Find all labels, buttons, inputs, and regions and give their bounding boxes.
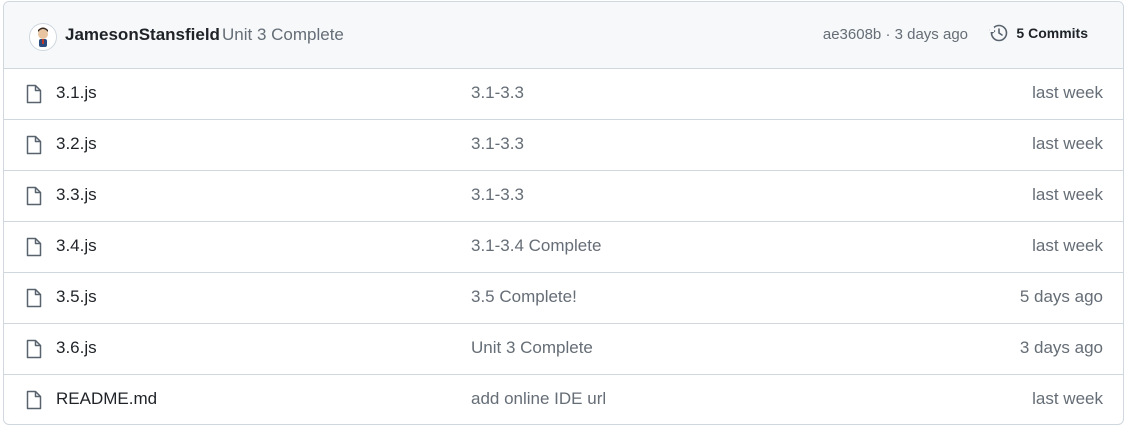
file-icon [25, 288, 43, 313]
file-commit-date: 3 days ago [1019, 338, 1103, 357]
file-commit-date: 5 days ago [1019, 287, 1103, 306]
file-icon [25, 237, 43, 262]
file-row[interactable]: 3.6.js Unit 3 Complete 3 days ago [4, 324, 1123, 375]
history-icon [990, 24, 1008, 42]
file-name[interactable]: 3.4.js [56, 236, 97, 256]
commit-meta: ae3608b · 3 days ago [823, 26, 968, 43]
file-name[interactable]: 3.5.js [56, 287, 97, 307]
avatar[interactable] [29, 23, 57, 51]
file-commit-message[interactable]: 3.1-3.3 [471, 185, 524, 205]
file-commit-date: last week [1032, 185, 1103, 204]
commits-button[interactable]: 5 Commits [989, 23, 1088, 43]
file-row[interactable]: README.md add online IDE url last week [4, 375, 1123, 424]
file-commit-message[interactable]: 3.1-3.3 [471, 83, 524, 103]
file-commit-date: last week [1032, 389, 1103, 408]
file-commit-message[interactable]: 3.5 Complete! [471, 287, 577, 307]
file-row[interactable]: 3.2.js 3.1-3.3 last week [4, 120, 1123, 171]
file-row[interactable]: 3.4.js 3.1-3.4 Complete last week [4, 222, 1123, 273]
commit-hash[interactable]: ae3608b [823, 26, 881, 43]
separator: · [885, 26, 891, 43]
commit-age: 3 days ago [894, 26, 968, 43]
file-commit-message[interactable]: Unit 3 Complete [471, 338, 593, 358]
file-icon [25, 390, 43, 415]
file-commit-date: last week [1032, 134, 1103, 153]
file-commit-message[interactable]: add online IDE url [471, 389, 606, 409]
file-name[interactable]: README.md [56, 389, 157, 409]
file-row[interactable]: 3.1.js 3.1-3.3 last week [4, 69, 1123, 120]
file-commit-message[interactable]: 3.1-3.4 Complete [471, 236, 601, 256]
file-commit-date: last week [1032, 236, 1103, 255]
file-name[interactable]: 3.3.js [56, 185, 97, 205]
latest-commit-header: JamesonStansfield Unit 3 Complete ae3608… [4, 2, 1123, 69]
file-name[interactable]: 3.2.js [56, 134, 97, 154]
commit-message[interactable]: Unit 3 Complete [222, 25, 344, 45]
file-row[interactable]: 3.5.js 3.5 Complete! 5 days ago [4, 273, 1123, 324]
commits-count: 5 Commits [1016, 25, 1088, 41]
file-icon [25, 186, 43, 211]
file-icon [25, 339, 43, 364]
file-name[interactable]: 3.1.js [56, 83, 97, 103]
file-browser: JamesonStansfield Unit 3 Complete ae3608… [3, 1, 1124, 425]
commit-author[interactable]: JamesonStansfield [65, 25, 220, 45]
file-icon [25, 84, 43, 109]
file-commit-message[interactable]: 3.1-3.3 [471, 134, 524, 154]
file-name[interactable]: 3.6.js [56, 338, 97, 358]
file-commit-date: last week [1032, 83, 1103, 102]
file-row[interactable]: 3.3.js 3.1-3.3 last week [4, 171, 1123, 222]
file-icon [25, 135, 43, 160]
